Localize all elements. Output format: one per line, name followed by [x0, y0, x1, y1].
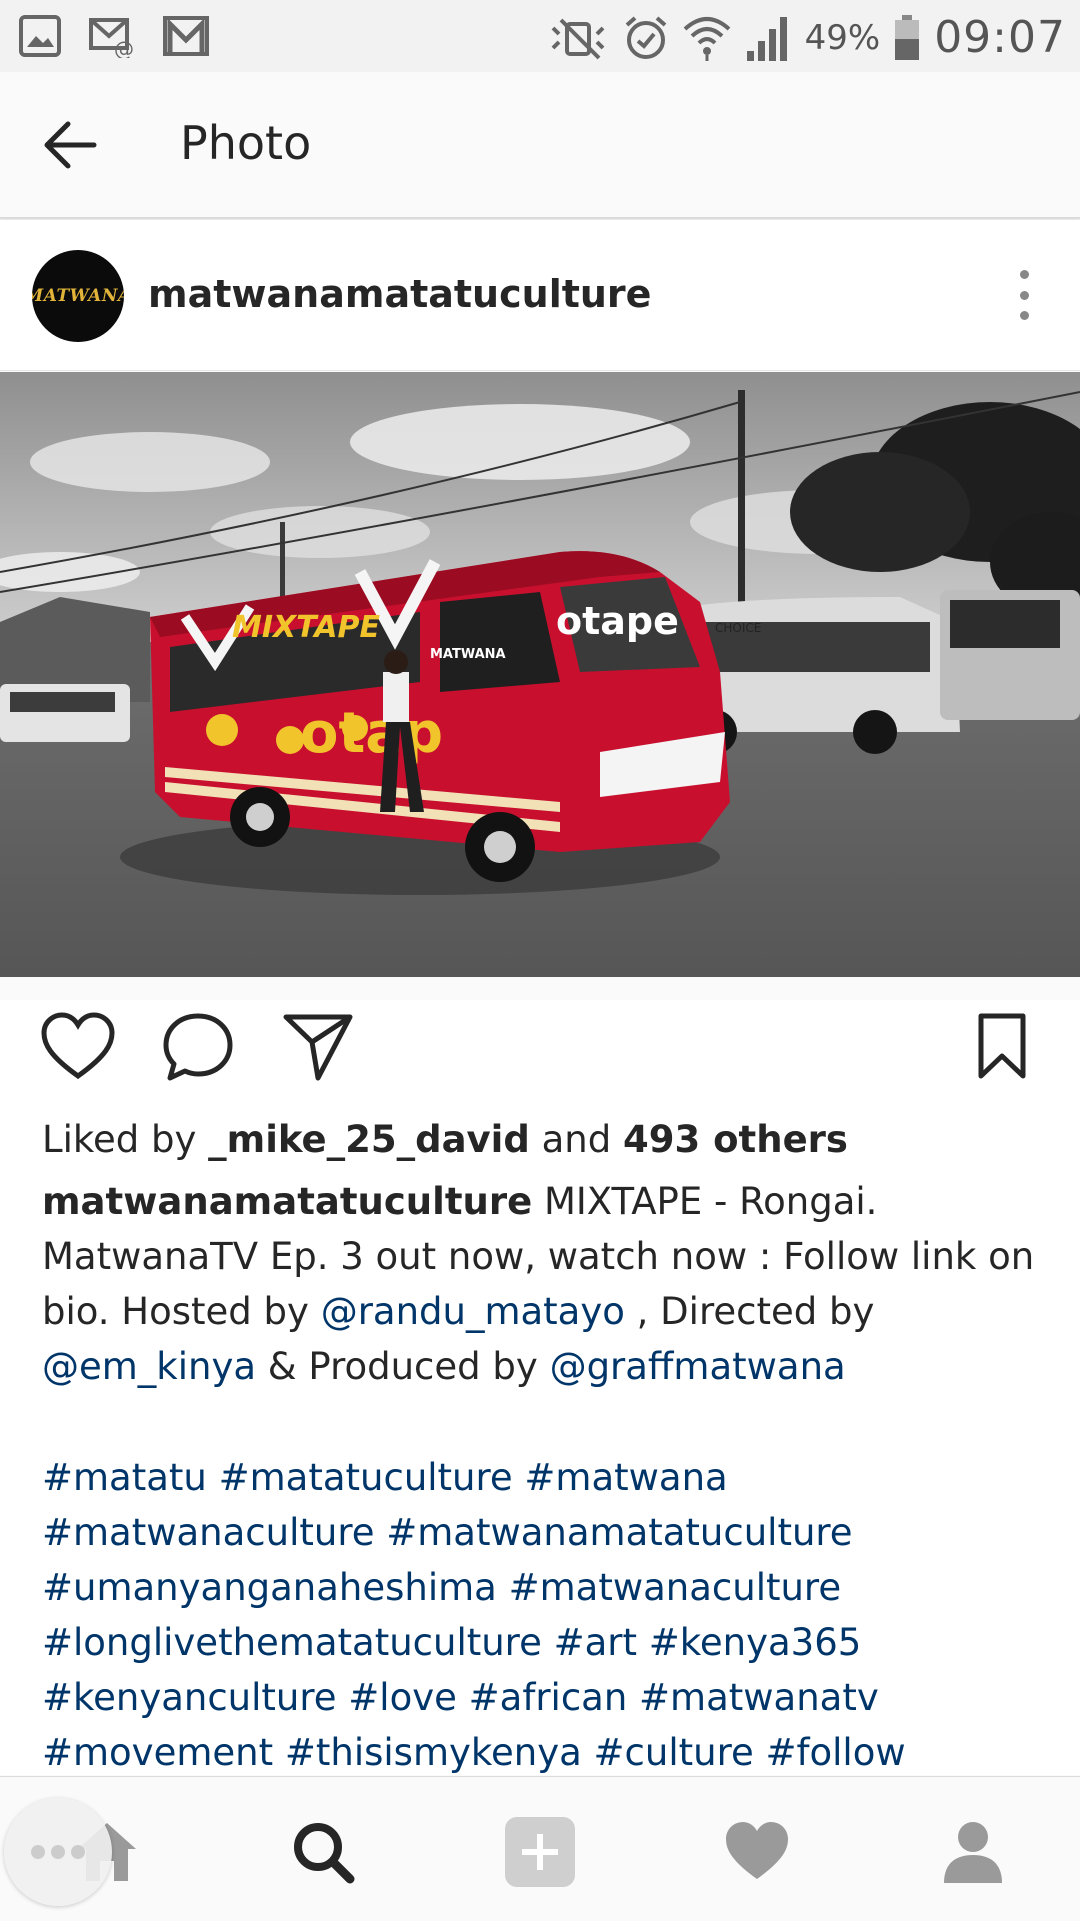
add-icon[interactable]	[505, 1817, 575, 1887]
bus-roof-text: MIXTAPE	[232, 610, 380, 645]
floating-bubble[interactable]	[4, 1798, 112, 1906]
other-bus-label: CHOICE	[715, 621, 761, 635]
bus-brand-text: MATWANA	[430, 647, 506, 662]
more-options-icon[interactable]	[1018, 270, 1030, 320]
avatar[interactable]: MATWANA	[32, 250, 124, 342]
alarm-icon	[625, 15, 666, 59]
bus-side-logo: otap	[300, 701, 443, 766]
likes-prefix: Liked by	[42, 1118, 209, 1161]
matatu-photo: CHOICE MIXTAPE otap otape MATWANA	[0, 372, 1080, 977]
caption-text: & Produced by	[256, 1345, 550, 1388]
bottom-tab-bar	[0, 1776, 1080, 1921]
status-bar: @ 49% 09:07	[0, 0, 1080, 72]
likes-summary[interactable]: Liked by _mike_25_david and 493 others	[42, 1118, 848, 1161]
mention-link[interactable]: @graffmatwana	[550, 1345, 846, 1388]
app-bar: Photo	[0, 72, 1080, 219]
post-header: MATWANA matwanamatatuculture	[0, 220, 1080, 371]
email-icon: @	[89, 18, 134, 58]
caption-text: , Directed by	[624, 1290, 875, 1333]
hashtags[interactable]: #matatu #matatuculture #matwana #matwana…	[42, 1450, 1062, 1780]
likes-others[interactable]: 493 others	[623, 1118, 848, 1161]
battery-icon	[895, 14, 920, 60]
post-content: Liked by _mike_25_david and 493 others m…	[0, 1100, 1080, 1775]
heart-icon[interactable]	[40, 1012, 116, 1082]
bus-front-text: otape	[556, 599, 679, 643]
bookmark-icon[interactable]	[976, 1012, 1028, 1082]
likes-middle: and	[529, 1118, 623, 1161]
clock: 09:07	[934, 12, 1066, 63]
back-arrow-icon[interactable]	[40, 118, 100, 172]
post-photo[interactable]: CHOICE MIXTAPE otap otape MATWANA	[0, 372, 1080, 977]
page-title: Photo	[180, 116, 312, 170]
activity-heart-icon[interactable]	[722, 1817, 792, 1887]
liker-username[interactable]: _mike_25_david	[208, 1118, 530, 1161]
signal-icon	[746, 16, 787, 61]
post-actions	[0, 1000, 1080, 1100]
comment-icon[interactable]	[162, 1012, 234, 1082]
search-icon[interactable]	[288, 1817, 358, 1887]
svg-text:@: @	[114, 37, 134, 58]
profile-icon[interactable]	[938, 1817, 1008, 1887]
mention-link[interactable]: @randu_matayo	[321, 1290, 625, 1333]
battery-percent: 49%	[804, 17, 881, 58]
gmail-icon	[163, 16, 209, 56]
post-username[interactable]: matwanamatatuculture	[148, 272, 651, 316]
wifi-icon	[683, 16, 730, 61]
mute-icon	[551, 18, 605, 59]
caption-username[interactable]: matwanamatatuculture	[42, 1180, 532, 1223]
avatar-logo: MATWANA	[32, 286, 124, 306]
gallery-icon	[19, 15, 61, 57]
mention-link[interactable]: @em_kinya	[42, 1345, 256, 1388]
post-caption: matwanamatatuculture MIXTAPE - Rongai. M…	[42, 1174, 1042, 1394]
share-icon[interactable]	[282, 1012, 354, 1082]
